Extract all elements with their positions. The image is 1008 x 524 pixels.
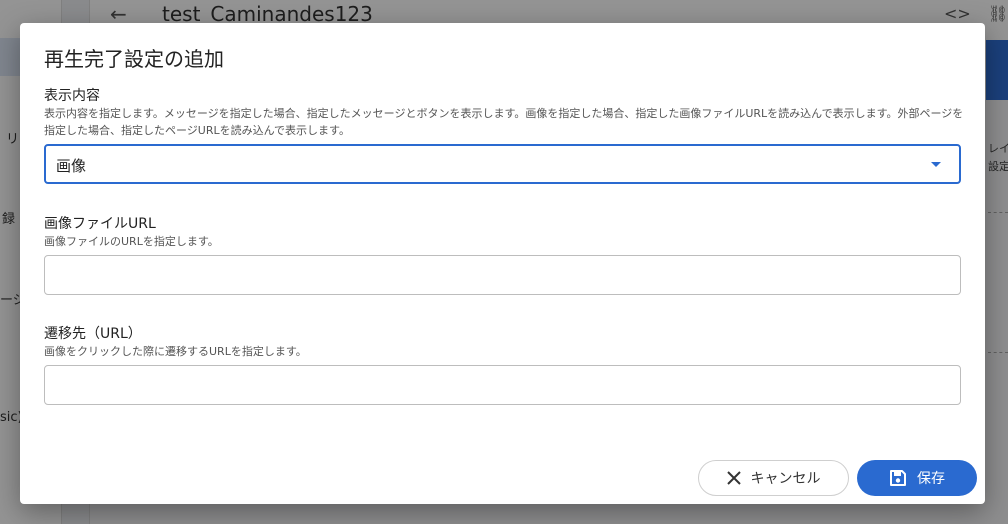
close-icon	[726, 471, 741, 485]
link-url-label: 遷移先（URL）	[44, 326, 142, 342]
display-content-selected-value: 画像	[56, 157, 87, 175]
image-url-input[interactable]	[44, 255, 961, 295]
display-content-help: 表示内容を指定します。メッセージを指定した場合、指定したメッセージとボタンを表示…	[44, 107, 964, 137]
image-url-help: 画像ファイルのURLを指定します。	[44, 235, 219, 248]
save-icon	[889, 469, 907, 487]
save-button-label: 保存	[917, 471, 945, 487]
link-url-input[interactable]	[44, 365, 961, 405]
cancel-button-label: キャンセル	[750, 471, 821, 487]
display-content-select[interactable]: 画像	[44, 144, 961, 184]
display-content-label: 表示内容	[44, 88, 100, 104]
save-button[interactable]: 保存	[857, 460, 977, 496]
cancel-button[interactable]: キャンセル	[698, 460, 849, 496]
image-url-label: 画像ファイルURL	[44, 216, 156, 232]
add-playback-complete-dialog: 再生完了設定の追加 表示内容 表示内容を指定します。メッセージを指定した場合、指…	[20, 23, 985, 504]
dialog-title: 再生完了設定の追加	[44, 47, 224, 71]
dropdown-caret-icon	[931, 162, 941, 167]
link-url-help: 画像をクリックした際に遷移するURLを指定します。	[44, 345, 307, 358]
